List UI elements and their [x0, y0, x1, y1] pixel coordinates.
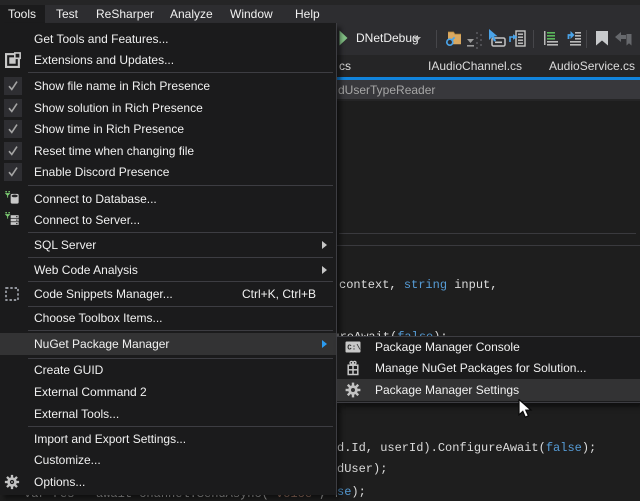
svg-text:C:\: C:\	[347, 345, 361, 353]
